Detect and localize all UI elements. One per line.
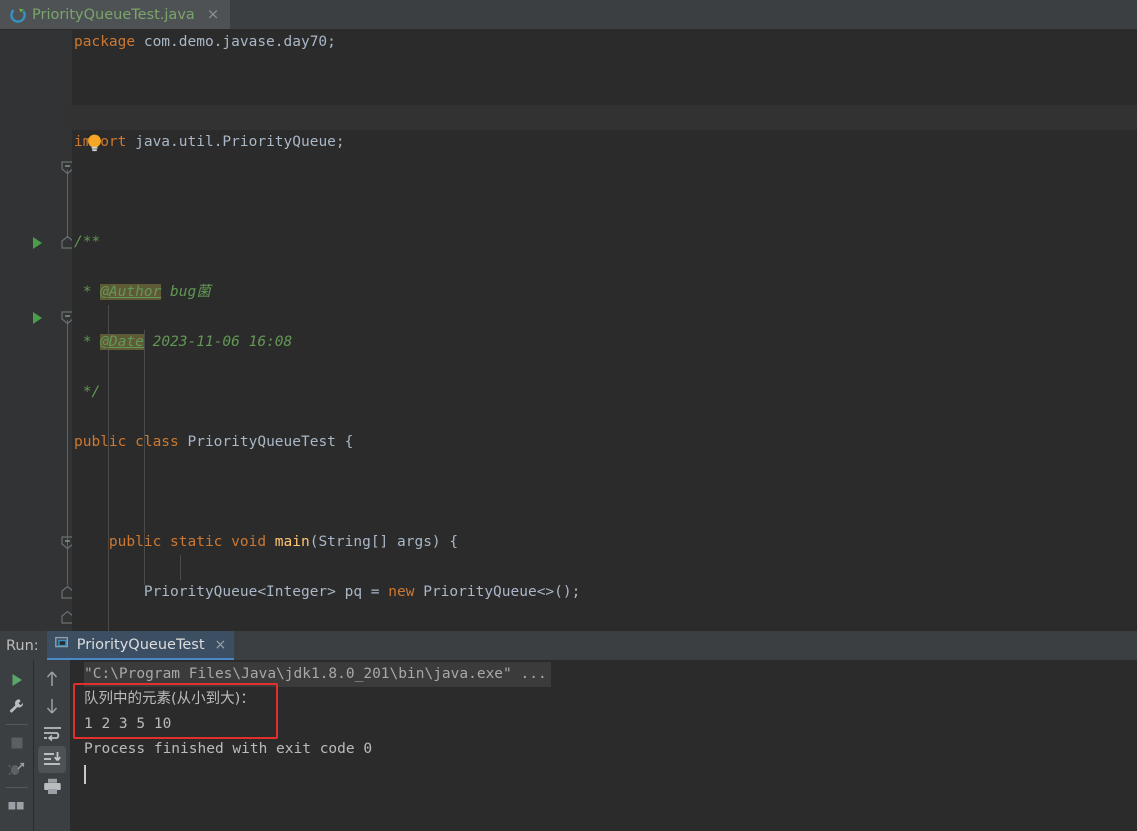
toolbar-separator bbox=[5, 787, 28, 788]
stop-button[interactable] bbox=[3, 729, 31, 756]
run-class-marker[interactable] bbox=[33, 237, 42, 249]
console-output-line-1: 队列中的元素(从小到大)： bbox=[84, 691, 255, 707]
java-class-icon bbox=[10, 6, 26, 23]
printer-icon[interactable] bbox=[38, 773, 66, 800]
code-line-8[interactable]: */ bbox=[72, 205, 1137, 400]
run-header: Run: PriorityQueueTest × bbox=[0, 631, 1137, 660]
console-exit-line: Process finished with exit code 0 bbox=[84, 741, 373, 757]
code-line-17[interactable]: pq.add(2); bbox=[72, 430, 1137, 455]
editor-tab-priorityqueuetest[interactable]: PriorityQueueTest.java × bbox=[0, 0, 231, 29]
run-method-marker[interactable] bbox=[33, 312, 42, 324]
code-line-16[interactable]: pq.add(3); bbox=[72, 405, 1137, 430]
code-line-3[interactable]: import java.util.PriorityQueue; bbox=[72, 80, 1137, 152]
console-output-line-2: 1 2 3 5 10 bbox=[84, 716, 172, 732]
rerun-failed-button[interactable] bbox=[3, 693, 31, 720]
run-tab-priorityqueuetest[interactable]: PriorityQueueTest × bbox=[46, 631, 235, 660]
run-tab-label: PriorityQueueTest bbox=[76, 636, 205, 653]
editor-gutter[interactable] bbox=[0, 30, 63, 631]
code-line-21[interactable]: System.out.print(pq.poll() + " "); bbox=[72, 530, 1137, 555]
code-line-19[interactable]: System.out.println("队列中的元素(从小到大)："); bbox=[72, 480, 1137, 505]
run-header-empty bbox=[234, 631, 1137, 660]
code-line-10[interactable] bbox=[72, 255, 1137, 280]
run-toolbar-right bbox=[34, 660, 70, 831]
toolbar-separator bbox=[5, 724, 28, 725]
code-line-23[interactable]: } bbox=[72, 580, 1137, 605]
run-tool-window: Run: PriorityQueueTest × "C:\Program Fil… bbox=[0, 631, 1137, 831]
code-line-4[interactable] bbox=[72, 105, 1137, 130]
code-line-24[interactable]: } bbox=[72, 605, 1137, 630]
code-line-20[interactable]: while (!pq.isEmpty()) { bbox=[72, 505, 1137, 530]
console-command-line: "C:\Program Files\Java\jdk1.8.0_201\bin\… bbox=[84, 662, 551, 687]
code-line-1[interactable]: package com.demo.javase.day70; bbox=[72, 30, 1137, 55]
run-toolbar-left bbox=[0, 660, 33, 831]
console-caret bbox=[84, 765, 86, 784]
scroll-to-end-icon[interactable] bbox=[38, 746, 66, 773]
layout-button[interactable] bbox=[3, 792, 31, 819]
code-line-9[interactable]: public class PriorityQueueTest { bbox=[72, 230, 1137, 450]
tab-bar-empty bbox=[230, 0, 1137, 29]
code-editor[interactable]: 1 2 3 4 5 6 7 8 9 10 11 12 13 14 15 16 1… bbox=[0, 30, 1137, 631]
code-line-15[interactable]: pq.add(10); bbox=[72, 380, 1137, 405]
code-line-6[interactable]: * @Author bug菌 bbox=[72, 155, 1137, 300]
code-line-22[interactable]: } bbox=[72, 555, 1137, 580]
console-output[interactable]: "C:\Program Files\Java\jdk1.8.0_201\bin\… bbox=[72, 660, 1137, 831]
run-body: "C:\Program Files\Java\jdk1.8.0_201\bin\… bbox=[0, 660, 1137, 831]
run-window-label: Run: bbox=[6, 637, 39, 654]
code-line-5[interactable]: /** bbox=[72, 130, 1137, 250]
close-icon[interactable]: × bbox=[205, 7, 222, 22]
editor-tab-label: PriorityQueueTest.java bbox=[32, 6, 195, 23]
arrow-up-icon[interactable] bbox=[38, 665, 66, 692]
code-line-12[interactable]: PriorityQueue<Integer> pq = new Priority… bbox=[72, 305, 1137, 600]
close-icon[interactable]: × bbox=[215, 637, 227, 653]
code-line-18[interactable] bbox=[72, 455, 1137, 480]
soft-wrap-icon[interactable] bbox=[38, 719, 66, 746]
run-configuration-icon bbox=[54, 635, 70, 654]
code-line-7[interactable]: * @Date 2023-11-06 16:08 bbox=[72, 180, 1137, 350]
code-line-2[interactable] bbox=[72, 55, 1137, 80]
code-line-11[interactable]: public static void main(String[] args) { bbox=[72, 280, 1137, 550]
code-text-area[interactable]: package com.demo.javase.day70; import ja… bbox=[72, 30, 1137, 631]
idea-window: PriorityQueueTest.java × 1 2 3 4 5 6 7 8… bbox=[0, 0, 1137, 831]
rerun-button[interactable] bbox=[3, 666, 31, 693]
code-line-14[interactable]: pq.add(1); bbox=[72, 355, 1137, 380]
code-line-13[interactable]: pq.add(5); bbox=[72, 330, 1137, 355]
editor-tab-bar: PriorityQueueTest.java × bbox=[0, 0, 1137, 30]
bug-icon[interactable] bbox=[3, 756, 31, 783]
fold-connector bbox=[67, 170, 68, 238]
arrow-down-icon[interactable] bbox=[38, 692, 66, 719]
